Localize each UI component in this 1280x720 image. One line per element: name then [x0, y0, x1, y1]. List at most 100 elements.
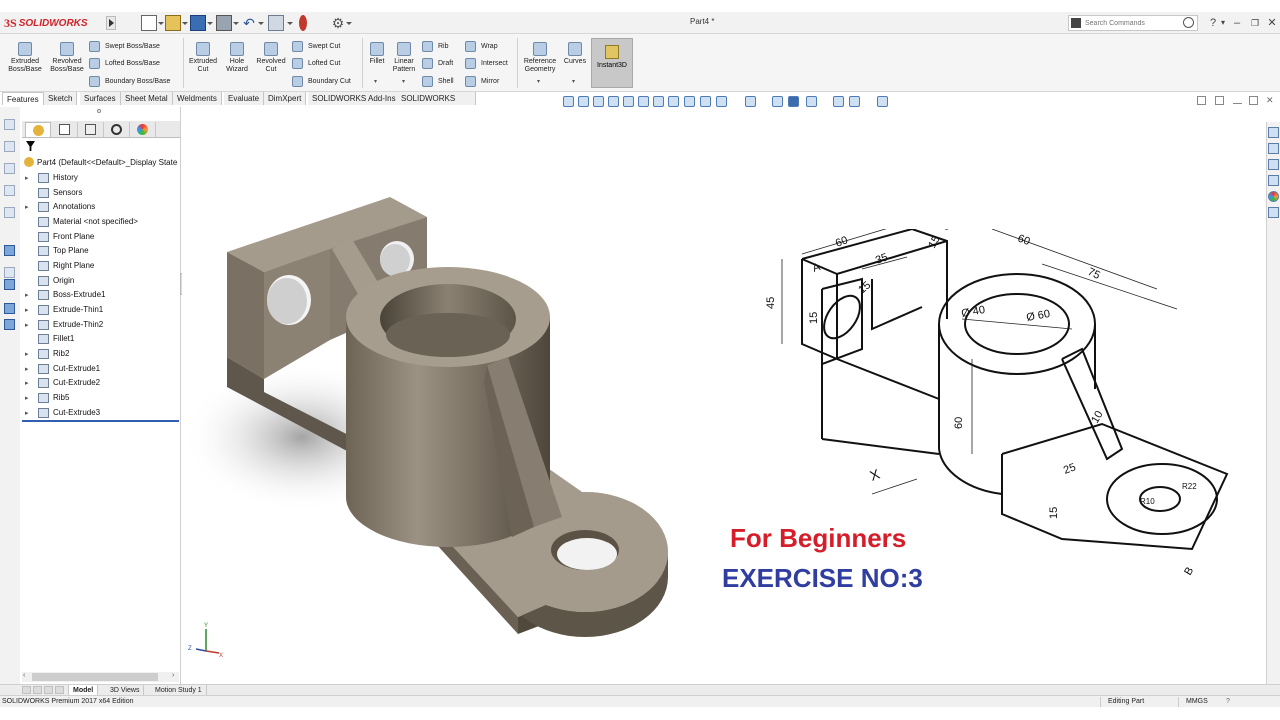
expand-arrow-icon[interactable]: ▸ — [25, 394, 29, 402]
strip-tool-3-icon[interactable] — [4, 163, 15, 174]
zoom-to-fit-icon[interactable] — [578, 96, 589, 107]
tab-display-manager[interactable] — [130, 122, 156, 137]
extruded-boss-button[interactable]: Extruded Boss/Base — [6, 42, 44, 74]
strip-tool-10-icon[interactable] — [4, 319, 15, 330]
print-icon[interactable] — [216, 15, 232, 31]
feature-tree-item[interactable]: ▸ History — [22, 171, 179, 186]
file-explorer-icon[interactable] — [1268, 159, 1279, 170]
feature-tree-item[interactable]: ▸ Rib5 — [22, 391, 179, 406]
edit-appearance-icon[interactable] — [716, 96, 727, 107]
fillet-button[interactable]: Fillet — [365, 42, 389, 66]
linear-pattern-button[interactable]: Linear Pattern — [390, 42, 418, 74]
strip-tool-6-icon[interactable] — [4, 245, 15, 256]
search-commands-box[interactable] — [1068, 15, 1198, 31]
apply-scene-icon[interactable] — [745, 96, 756, 107]
previous-view-icon[interactable] — [563, 96, 574, 107]
tab-weldments[interactable]: Weldments — [173, 92, 222, 105]
feature-tree-item[interactable]: ▸ Rib2 — [22, 347, 179, 362]
strip-tool-9-icon[interactable] — [4, 303, 15, 314]
feature-tree-item[interactable]: Top Plane — [22, 244, 179, 259]
lofted-boss-button[interactable]: Lofted Boss/Base — [89, 57, 160, 70]
boundary-cut-button[interactable]: Boundary Cut — [292, 75, 351, 88]
scene-icon[interactable] — [849, 96, 860, 107]
view-palette-icon[interactable] — [1268, 175, 1279, 186]
tab-features[interactable]: Features — [2, 92, 44, 105]
expand-arrow-icon[interactable]: ▸ — [25, 379, 29, 387]
tab-configuration-manager[interactable] — [78, 122, 104, 137]
curves-button[interactable]: Curves — [562, 42, 588, 66]
solidworks-resources-icon[interactable] — [1268, 127, 1279, 138]
close-doc-icon[interactable]: ✕ — [1266, 96, 1275, 105]
first-tab-arrow-icon[interactable] — [22, 686, 31, 694]
expand-arrow-icon[interactable]: ▸ — [25, 203, 29, 211]
hide-show-items-icon[interactable] — [700, 96, 711, 107]
tab-sketch[interactable]: Sketch — [44, 92, 78, 105]
open-folder-icon[interactable] — [165, 15, 181, 31]
hole-wizard-button[interactable]: Hole Wizard — [222, 42, 252, 74]
feature-tree-item[interactable]: ▸ Annotations — [22, 200, 179, 215]
restore-window-icon[interactable] — [1215, 96, 1224, 105]
tab-dimxpert-manager[interactable] — [104, 122, 130, 137]
mirror-button[interactable]: Mirror — [465, 75, 499, 88]
expand-arrow-icon[interactable]: ▸ — [25, 409, 29, 417]
appearances-icon[interactable] — [1268, 191, 1279, 202]
display-style-icon[interactable] — [684, 96, 695, 107]
search-icon[interactable] — [1183, 17, 1194, 28]
revolved-cut-button[interactable]: Revolved Cut — [254, 42, 288, 74]
scrollbar-thumb[interactable] — [32, 673, 158, 681]
expand-arrow-icon[interactable]: ▸ — [25, 365, 29, 373]
view-settings-icon[interactable] — [806, 96, 817, 107]
expand-arrow-icon[interactable]: ▸ — [25, 174, 29, 182]
boundary-boss-button[interactable]: Boundary Boss/Base — [89, 75, 170, 88]
dynamic-annotation-icon[interactable] — [638, 96, 649, 107]
save-dropdown-icon[interactable] — [207, 22, 213, 25]
strip-tool-8-icon[interactable] — [4, 279, 15, 290]
pattern-dropdown-icon[interactable]: ▾ — [402, 78, 405, 85]
feature-tree-item[interactable]: ▸ Cut-Extrude3 — [22, 406, 179, 421]
feature-tree-item[interactable]: ▸ Extrude-Thin1 — [22, 303, 179, 318]
monitor-settings-icon[interactable] — [877, 96, 888, 107]
tab-property-manager[interactable] — [52, 122, 78, 137]
feature-tree-item[interactable]: Sensors — [22, 186, 179, 201]
maximize-doc-icon[interactable] — [1249, 96, 1258, 105]
options-gear-icon[interactable]: ⚙ — [330, 15, 346, 31]
reference-geometry-dropdown-icon[interactable]: ▾ — [537, 78, 540, 85]
tab-solidworks-add-ins[interactable]: SOLIDWORKS Add-Ins — [308, 92, 401, 105]
draft-button[interactable]: Draft — [422, 57, 453, 70]
status-help-icon[interactable]: ? — [1226, 696, 1230, 708]
lofted-cut-button[interactable]: Lofted Cut — [292, 57, 340, 70]
appearance-palette-icon[interactable] — [833, 96, 844, 107]
feature-tree-item[interactable]: Fillet1 — [22, 332, 179, 347]
expand-arrow-icon[interactable]: ▸ — [25, 306, 29, 314]
strip-tool-2-icon[interactable] — [4, 141, 15, 152]
wrap-button[interactable]: Wrap — [465, 40, 498, 53]
help-dropdown-icon[interactable]: ▾ — [1219, 15, 1227, 31]
open-dropdown-icon[interactable] — [182, 22, 188, 25]
feature-tree-item[interactable]: ▸ Boss-Extrude1 — [22, 288, 179, 303]
expand-arrow-icon[interactable]: ▸ — [25, 291, 29, 299]
view-orientation-icon[interactable] — [668, 96, 679, 107]
feature-tree-item[interactable]: Origin — [22, 274, 179, 289]
revolved-boss-button[interactable]: Revolved Boss/Base — [48, 42, 86, 74]
expand-arrow-icon[interactable]: ▸ — [25, 350, 29, 358]
tab-featuremanager-tree[interactable] — [25, 122, 51, 137]
undo-icon[interactable]: ↶ — [241, 15, 257, 31]
select-cursor-icon[interactable] — [268, 15, 284, 31]
extruded-cut-button[interactable]: Extruded Cut — [186, 42, 220, 74]
filter-icon[interactable] — [26, 141, 35, 151]
undo-dropdown-icon[interactable] — [258, 22, 264, 25]
close-icon[interactable]: ✕ — [1266, 15, 1278, 31]
save-icon[interactable] — [190, 15, 206, 31]
scroll-right-icon[interactable]: › — [172, 672, 174, 679]
feature-tree-item[interactable]: ▸ Extrude-Thin2 — [22, 318, 179, 333]
instant3d-button[interactable]: Instant3D — [591, 38, 633, 88]
tab-sheet-metal[interactable]: Sheet Metal — [121, 92, 173, 105]
shaded-with-edges-icon[interactable] — [772, 96, 783, 107]
options-dropdown-icon[interactable] — [346, 22, 352, 25]
restore-icon[interactable]: ❐ — [1248, 15, 1262, 31]
swept-cut-button[interactable]: Swept Cut — [292, 40, 340, 53]
shaded-icon[interactable] — [788, 96, 799, 107]
tab-evaluate[interactable]: Evaluate — [224, 92, 265, 105]
strip-tool-7-icon[interactable] — [4, 267, 15, 278]
feature-tree-item[interactable]: ▸ Cut-Extrude2 — [22, 376, 179, 391]
